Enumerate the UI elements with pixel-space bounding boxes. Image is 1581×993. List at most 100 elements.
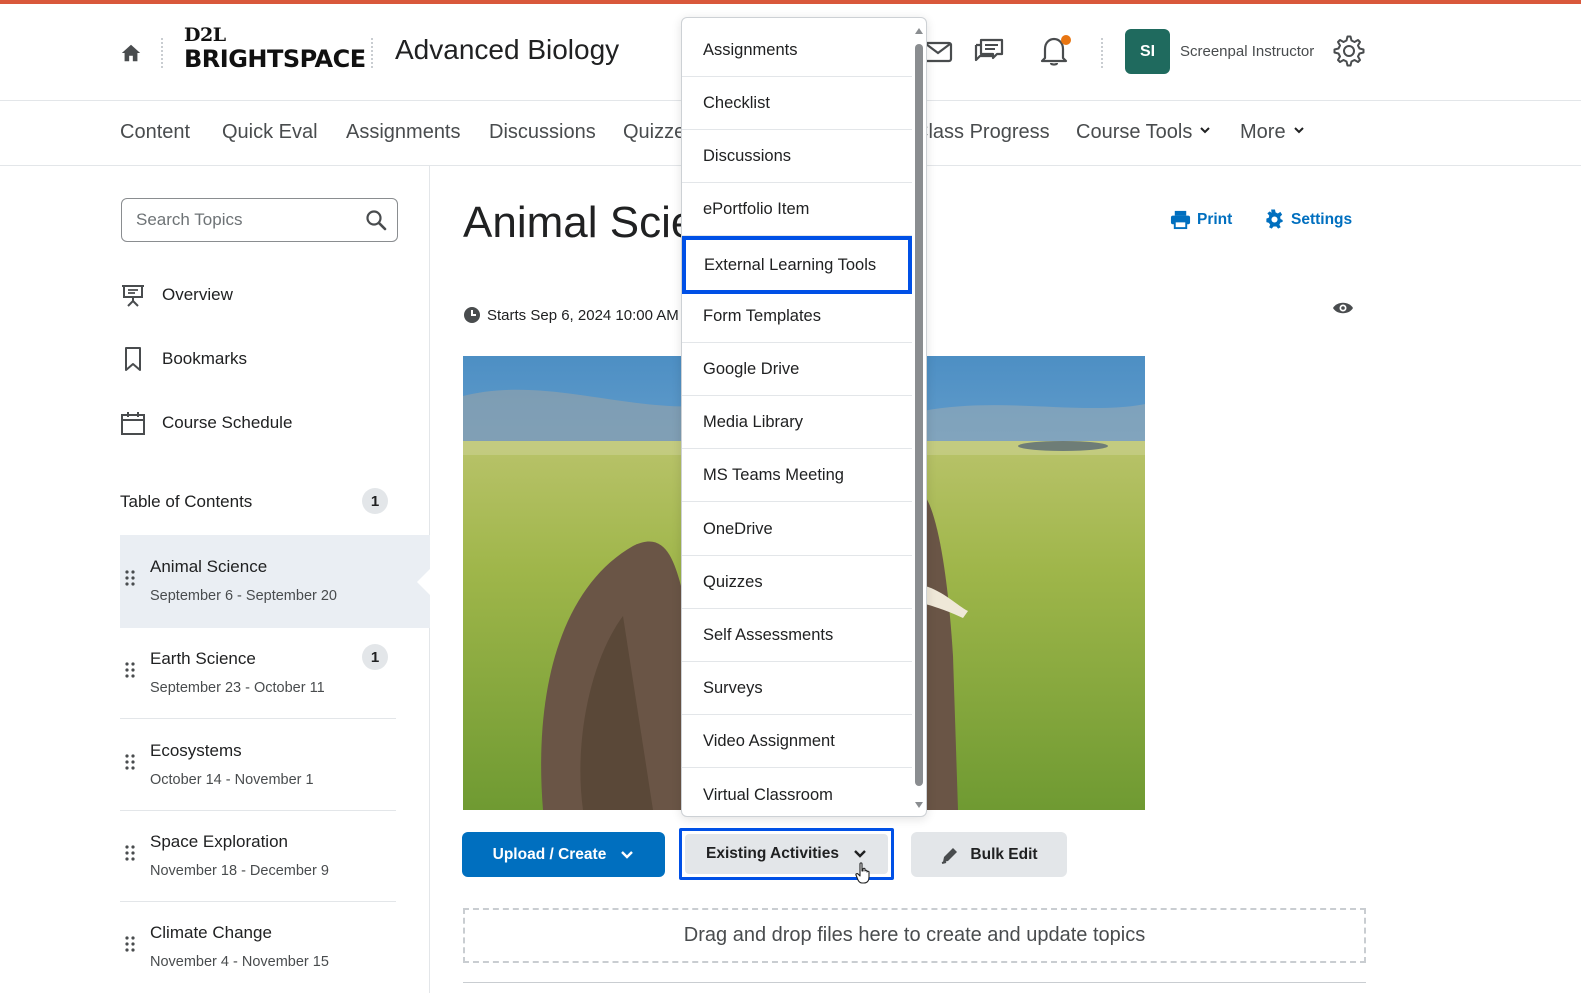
settings-button[interactable]: Settings bbox=[1264, 209, 1352, 230]
print-button[interactable]: Print bbox=[1170, 209, 1232, 230]
menu-item-onedrive[interactable]: OneDrive bbox=[682, 503, 912, 556]
pencil-edit-icon bbox=[942, 847, 958, 864]
existing-activities-label: Existing Activities bbox=[706, 845, 839, 862]
gear-icon bbox=[1266, 209, 1283, 229]
unit-title: Space Exploration bbox=[150, 832, 288, 851]
menu-item-discussions[interactable]: Discussions bbox=[682, 130, 912, 183]
upload-create-button[interactable]: Upload / Create bbox=[462, 832, 665, 877]
menu-item-quizzes[interactable]: Quizzes bbox=[682, 556, 912, 609]
unit-dates: September 6 - September 20 bbox=[150, 588, 337, 604]
unit-dates: October 14 - November 1 bbox=[150, 772, 314, 788]
menu-item-ms-teams-meeting[interactable]: MS Teams Meeting bbox=[682, 449, 912, 502]
menu-item-self-assessments[interactable]: Self Assessments bbox=[682, 609, 912, 662]
notification-dot bbox=[1061, 35, 1071, 45]
menu-item-video-assignment[interactable]: Video Assignment bbox=[682, 715, 912, 768]
unit-item-animal-science[interactable]: Animal Science September 6 - September 2… bbox=[120, 535, 430, 628]
sidebar-overview-label: Overview bbox=[162, 285, 233, 304]
menu-scrollbar-thumb[interactable] bbox=[915, 44, 923, 786]
nav-content[interactable]: Content bbox=[120, 121, 190, 144]
unit-title: Earth Science bbox=[150, 649, 256, 668]
sidebar-course-schedule-label: Course Schedule bbox=[162, 413, 293, 432]
chevron-down-icon bbox=[621, 850, 634, 859]
drag-handle-icon[interactable] bbox=[124, 753, 136, 771]
nav-course-tools-label: Course Tools bbox=[1076, 121, 1193, 143]
nav-course-tools[interactable]: Course Tools bbox=[1076, 121, 1211, 144]
nav-assignments[interactable]: Assignments bbox=[346, 121, 461, 144]
brightspace-logo[interactable]: D2L BRIGHTSPACE bbox=[184, 24, 366, 73]
sidebar-bookmarks-label: Bookmarks bbox=[162, 349, 248, 368]
message-alerts-icon[interactable] bbox=[972, 34, 1006, 68]
content-divider bbox=[463, 982, 1366, 983]
eye-icon[interactable] bbox=[1332, 299, 1354, 317]
drag-handle-icon[interactable] bbox=[124, 661, 136, 679]
course-title[interactable]: Advanced Biology bbox=[395, 34, 619, 66]
sidebar: Overview Bookmarks Course Schedule Table… bbox=[0, 166, 431, 993]
nav-more-label: More bbox=[1240, 121, 1286, 143]
menu-item-google-drive[interactable]: Google Drive bbox=[682, 343, 912, 396]
menu-item-assignments[interactable]: Assignments bbox=[682, 24, 912, 77]
menu-item-surveys[interactable]: Surveys bbox=[682, 662, 912, 715]
print-label: Print bbox=[1197, 210, 1233, 228]
menu-item-media-library[interactable]: Media Library bbox=[682, 396, 912, 449]
unit-title: Animal Science bbox=[150, 557, 268, 576]
nav-class-progress[interactable]: Class Progress bbox=[914, 121, 1050, 144]
header-divider bbox=[161, 38, 163, 68]
unit-item-earth-science[interactable]: Earth Science September 23 - October 11 bbox=[120, 627, 430, 719]
unit-dates: November 18 - December 9 bbox=[150, 863, 329, 879]
menu-item-external-learning-tools[interactable]: External Learning Tools bbox=[682, 236, 912, 294]
chevron-down-icon bbox=[854, 850, 866, 858]
sidebar-bookmarks[interactable]: Bookmarks bbox=[120, 344, 247, 374]
user-name[interactable]: Screenpal Instructor bbox=[1180, 43, 1314, 60]
hand-cursor-icon bbox=[855, 862, 870, 884]
header-divider bbox=[1101, 38, 1103, 68]
unit-dates: November 4 - November 15 bbox=[150, 954, 329, 970]
user-avatar[interactable]: SI bbox=[1125, 29, 1170, 74]
menu-item-eportfolio[interactable]: ePortfolio Item bbox=[682, 183, 912, 236]
bookmark-icon bbox=[125, 347, 141, 371]
bulk-edit-button[interactable]: Bulk Edit bbox=[911, 832, 1067, 877]
unit-item-climate-change[interactable]: Climate Change November 4 - November 15 bbox=[120, 901, 430, 993]
drag-handle-icon[interactable] bbox=[124, 935, 136, 953]
search-topics-box bbox=[121, 198, 398, 242]
sidebar-overview[interactable]: Overview bbox=[120, 280, 233, 310]
unit-count-badge: 1 bbox=[362, 644, 388, 670]
table-of-contents-heading[interactable]: Table of Contents bbox=[120, 492, 252, 512]
logo-d2l: D2L bbox=[184, 24, 226, 46]
unit-dates: September 23 - October 11 bbox=[150, 680, 325, 696]
home-icon[interactable] bbox=[120, 42, 142, 64]
unit-title: Ecosystems bbox=[150, 741, 242, 760]
menu-item-form-templates[interactable]: Form Templates bbox=[682, 290, 912, 343]
gear-icon[interactable] bbox=[1332, 34, 1366, 68]
file-dropzone[interactable]: Drag and drop files here to create and u… bbox=[463, 908, 1366, 963]
unit-item-ecosystems[interactable]: Ecosystems October 14 - November 1 bbox=[120, 719, 430, 811]
upload-create-label: Upload / Create bbox=[492, 845, 607, 863]
menu-item-checklist[interactable]: Checklist bbox=[682, 77, 912, 130]
search-icon[interactable] bbox=[365, 209, 387, 231]
logo-brightspace: BRIGHTSPACE bbox=[184, 45, 366, 73]
unit-item-space-exploration[interactable]: Space Exploration November 18 - December… bbox=[120, 810, 430, 902]
scroll-down-arrow-icon[interactable] bbox=[915, 802, 923, 808]
nav-more[interactable]: More bbox=[1240, 121, 1304, 144]
chevron-down-icon bbox=[1200, 127, 1211, 134]
nav-discussions[interactable]: Discussions bbox=[489, 121, 596, 144]
drag-handle-icon[interactable] bbox=[124, 569, 136, 587]
dropzone-text: Drag and drop files here to create and u… bbox=[683, 924, 1146, 946]
menu-item-virtual-classroom[interactable]: Virtual Classroom bbox=[682, 769, 912, 816]
sidebar-course-schedule[interactable]: Course Schedule bbox=[120, 408, 292, 438]
existing-activities-menu: Assignments Checklist Discussions ePortf… bbox=[681, 17, 927, 817]
scroll-up-arrow-icon[interactable] bbox=[915, 28, 923, 34]
start-date-text: Starts Sep 6, 2024 10:00 AM bbox=[487, 306, 679, 324]
clock-icon bbox=[464, 307, 480, 323]
header-divider bbox=[371, 38, 373, 68]
toc-count-badge: 1 bbox=[362, 488, 388, 514]
nav-quick-eval[interactable]: Quick Eval bbox=[222, 121, 318, 144]
bulk-edit-label: Bulk Edit bbox=[970, 845, 1038, 863]
settings-label: Settings bbox=[1291, 210, 1353, 228]
printer-icon bbox=[1170, 210, 1191, 230]
presentation-icon bbox=[122, 285, 144, 307]
search-topics-input[interactable] bbox=[136, 208, 356, 232]
mail-icon[interactable] bbox=[922, 34, 956, 68]
unit-title: Climate Change bbox=[150, 923, 272, 942]
drag-handle-icon[interactable] bbox=[124, 844, 136, 862]
chevron-down-icon bbox=[1293, 127, 1304, 134]
